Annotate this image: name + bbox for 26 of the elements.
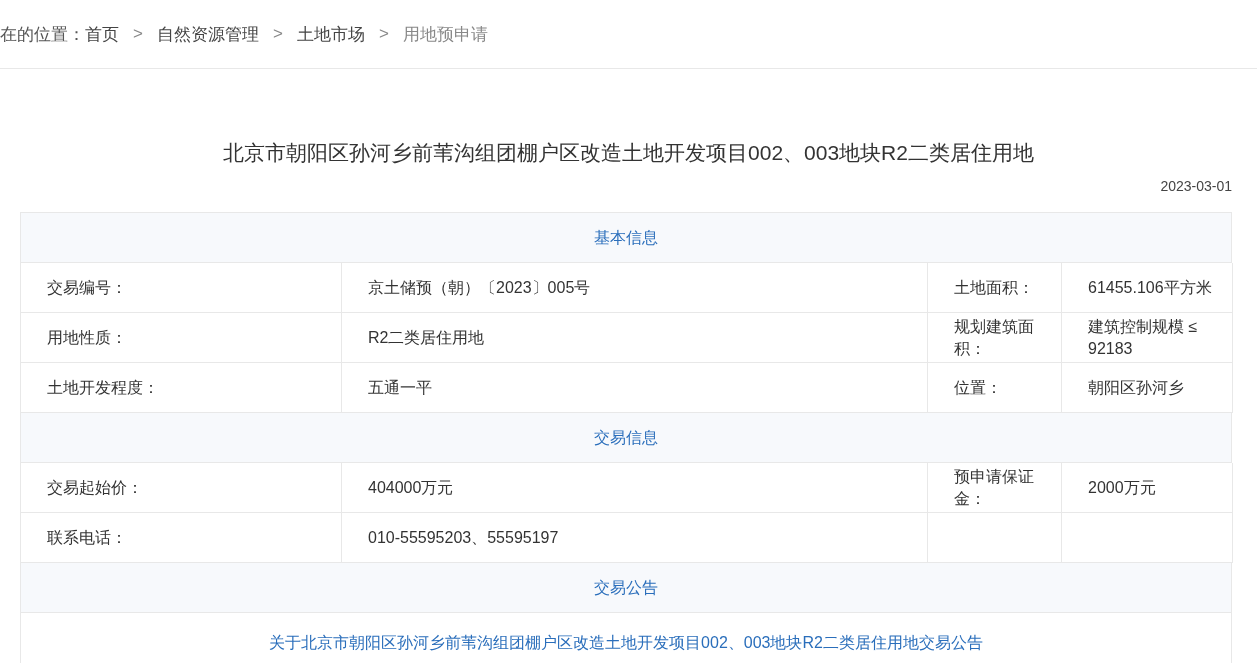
table-cell: 规划建筑面积： (928, 313, 1062, 363)
breadcrumb-link[interactable]: 首页 (85, 22, 119, 46)
breadcrumb-link[interactable]: 用地预申请 (402, 22, 488, 46)
table-cell: 61455.106平方米 (1062, 263, 1233, 313)
table-cell: R2二类居住用地 (342, 313, 928, 363)
breadcrumb-prefix: 在的位置： (0, 23, 85, 46)
table-cell: 建筑控制规模 ≤ 92183 (1062, 313, 1233, 363)
section-header: 基本信息 (21, 213, 1232, 263)
breadcrumb-separator: > (133, 24, 143, 44)
table-cell: 2000万元 (1062, 463, 1233, 513)
section-header: 交易公告 (21, 563, 1232, 613)
table-cell: 交易编号： (21, 263, 342, 313)
table-cell: 用地性质： (21, 313, 342, 363)
section-header: 交易信息 (21, 413, 1232, 463)
table-cell: 预申请保证金： (928, 463, 1062, 513)
table-cell: 土地面积： (928, 263, 1062, 313)
table-cell: 交易起始价： (21, 463, 342, 513)
breadcrumb-link[interactable]: 自然资源管理 (156, 22, 259, 46)
breadcrumb-separator: > (272, 24, 283, 44)
announcement-link[interactable]: 关于北京市朝阳区孙河乡前苇沟组团棚户区改造土地开发项目002、003地块R2二类居住用地交易公告 (269, 632, 983, 654)
breadcrumb-separator: > (378, 24, 389, 44)
page-title: 北京市朝阳区孙河乡前苇沟组团棚户区改造土地开发项目002、003地块R2二类居住用地 (222, 140, 1035, 166)
table-cell: 京土储预（朝）〔2023〕005号 (342, 263, 928, 313)
breadcrumb-link[interactable]: 土地市场 (296, 22, 365, 46)
table-cell: 404000万元 (342, 463, 928, 513)
publish-date: 2023-03-01 (1160, 178, 1232, 194)
